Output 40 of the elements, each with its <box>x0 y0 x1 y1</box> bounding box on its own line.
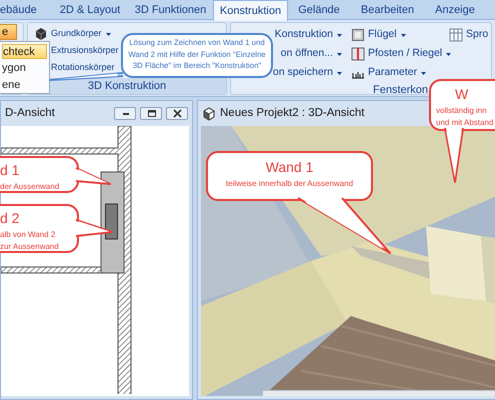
minimize-button[interactable] <box>114 107 136 120</box>
scrollbar[interactable] <box>263 390 495 396</box>
close-icon <box>170 108 184 119</box>
ribbon-button[interactable]: on speichern <box>270 64 345 82</box>
callout-title: d 2 <box>0 209 20 228</box>
callout-title: W <box>454 85 468 104</box>
callout-title: d 1 <box>0 161 20 180</box>
ribbon-button[interactable]: Flügel <box>349 26 439 44</box>
ribbon-tab[interactable]: Konstruktion <box>213 0 288 21</box>
window-title: D-Ansicht <box>5 106 55 121</box>
grid-window-icon <box>449 28 463 42</box>
callout-text: alb von Wand 2 <box>0 229 56 241</box>
maximize-button[interactable] <box>140 107 162 120</box>
ribbon-button[interactable]: on öffnen... <box>278 45 345 63</box>
dropdown-button[interactable]: e <box>0 24 17 40</box>
ribbon-button[interactable]: Spro <box>447 26 487 44</box>
ribbon-tab[interactable]: 2D & Layout <box>52 0 128 20</box>
callout-text: zur Aussenwand <box>0 241 59 253</box>
callout-text: teilweise innerhalb der Aussenwand <box>226 178 354 190</box>
group-label: Fensterkon <box>372 83 428 96</box>
ribbon-button[interactable]: Parameter <box>349 64 439 82</box>
ribbon-tab[interactable]: Anzeige <box>425 0 485 20</box>
square-icon <box>351 28 365 42</box>
menu-item[interactable]: chteck <box>2 44 47 59</box>
callout-text: vollständig inn <box>436 105 487 117</box>
window-title: Neues Projekt2 : 3D-Ansicht <box>220 106 364 121</box>
callout-title: Wand 1 <box>266 158 314 177</box>
close-button[interactable] <box>166 107 188 120</box>
ribbon-button[interactable]: Konstruktion <box>272 26 345 44</box>
ribbon-tab[interactable]: Bearbeiten <box>350 0 425 20</box>
cube-icon <box>34 27 48 41</box>
callout-text: und mit Abstand <box>436 117 494 129</box>
window-frame-icon <box>351 47 365 61</box>
callout-text: der Aussenwand <box>0 181 60 193</box>
ribbon-button[interactable]: Pfosten / Riegel <box>349 45 439 63</box>
ribbon-tab[interactable]: Gelände <box>288 0 350 20</box>
menu-item[interactable]: ygon <box>2 61 47 76</box>
ribbon-tab[interactable]: ebäude <box>0 0 52 20</box>
ribbon-tab[interactable]: 3D Funktionen <box>128 0 213 20</box>
cube-icon <box>202 106 216 120</box>
